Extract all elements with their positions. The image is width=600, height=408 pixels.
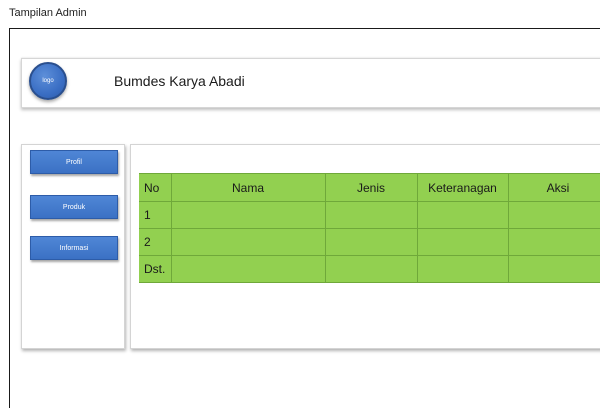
app-title: Bumdes Karya Abadi	[114, 73, 245, 89]
main-panel: No Nama Jenis Keteranagan Aksi 1 2 Dst.	[130, 144, 600, 349]
table-cell-aksi[interactable]	[507, 201, 600, 229]
sidebar-item-informasi[interactable]: Informasi	[30, 236, 118, 260]
table-cell-keteranagan	[416, 228, 509, 256]
logo: logo	[29, 62, 67, 100]
header-bar: logo Bumdes Karya Abadi	[21, 58, 600, 108]
table-header-row: No Nama Jenis Keteranagan Aksi	[139, 173, 600, 202]
table-cell-jenis	[324, 228, 418, 256]
sidebar-item-profil[interactable]: Profil	[30, 150, 118, 174]
table-cell-nama	[170, 201, 326, 229]
column-header-keteranagan: Keteranagan	[416, 173, 509, 202]
table-cell-no: Dst.	[139, 255, 172, 283]
table-cell-nama	[170, 255, 326, 283]
sidebar: Profil Produk Informasi	[21, 144, 125, 349]
table-cell-nama	[170, 228, 326, 256]
table-row: 1	[139, 201, 600, 229]
table-cell-aksi[interactable]	[507, 255, 600, 283]
column-header-no: No	[139, 173, 172, 202]
column-header-aksi: Aksi	[507, 173, 600, 202]
table-row: Dst.	[139, 255, 600, 283]
table-cell-keteranagan	[416, 201, 509, 229]
table-cell-keteranagan	[416, 255, 509, 283]
table-cell-jenis	[324, 255, 418, 283]
table-cell-jenis	[324, 201, 418, 229]
sidebar-item-produk[interactable]: Produk	[30, 195, 118, 219]
table-cell-no: 2	[139, 228, 172, 256]
data-table: No Nama Jenis Keteranagan Aksi 1 2 Dst.	[139, 173, 600, 283]
page-caption: Tampilan Admin	[9, 7, 87, 19]
table-cell-aksi[interactable]	[507, 228, 600, 256]
table-cell-no: 1	[139, 201, 172, 229]
column-header-nama: Nama	[170, 173, 326, 202]
table-row: 2	[139, 228, 600, 256]
column-header-jenis: Jenis	[324, 173, 418, 202]
